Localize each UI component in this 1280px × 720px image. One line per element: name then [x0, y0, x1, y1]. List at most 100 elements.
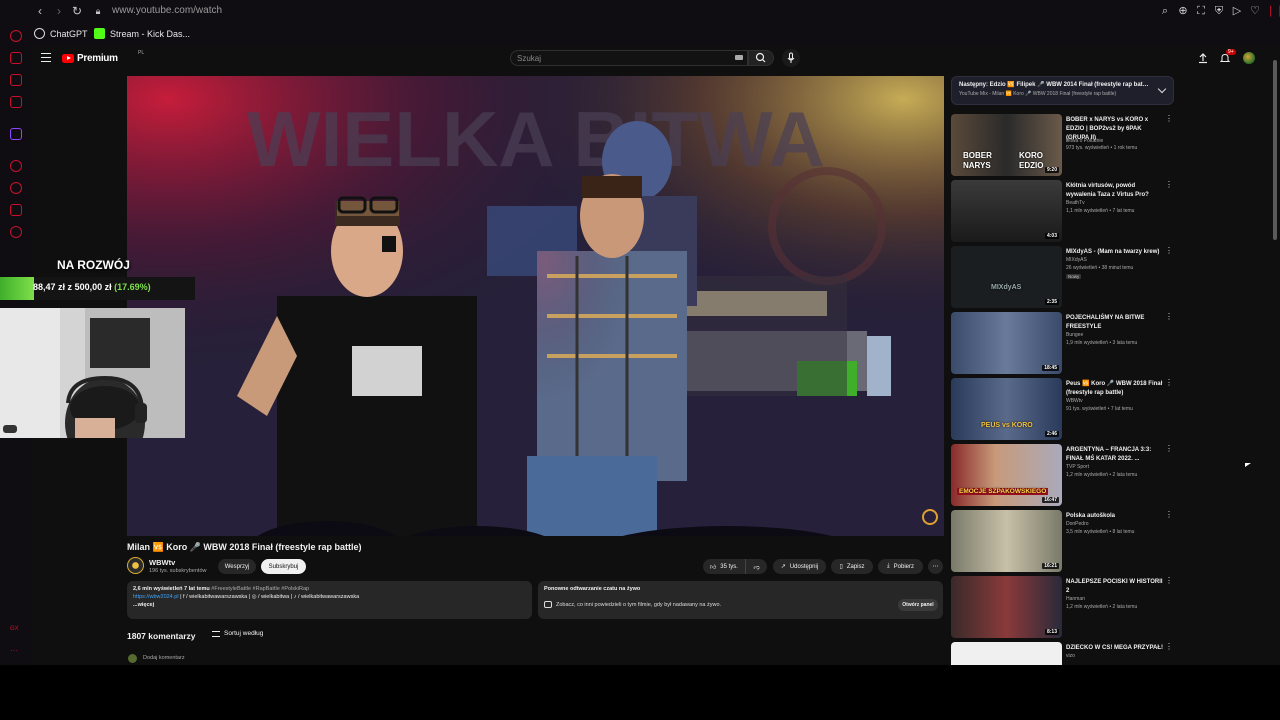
list-item[interactable]: 4:03 Kłótnia virtusów, powód wywalenia T… [951, 180, 1176, 244]
description-box[interactable]: 2,6 mln wyświetleń 7 lat temu #Freestyle… [127, 581, 532, 619]
list-item[interactable]: DZIECKO W CS! MEGA PRZYPAŁ! vizo ⋮ [951, 642, 1176, 665]
duration: 16:47 [1042, 497, 1059, 503]
back-icon[interactable]: ‹ [33, 4, 47, 18]
list-item[interactable]: EMOCJE SZPAKOWSKIEGO 16:47 ARGENTYNA – F… [951, 444, 1176, 508]
voice-search-button[interactable] [782, 49, 800, 67]
pin-icon[interactable]: ⊕ [1176, 4, 1190, 18]
mail-icon[interactable] [10, 96, 22, 108]
avatar[interactable] [1243, 52, 1255, 64]
bookmark-chatgpt[interactable]: ChatGPT [34, 28, 88, 39]
more-vert-icon[interactable]: ⋮ [1165, 643, 1173, 654]
hamburger-icon[interactable] [41, 53, 51, 62]
gx-icon[interactable]: GX [10, 626, 22, 638]
more-actions-button[interactable]: ⋯ [928, 559, 943, 574]
forward-icon[interactable]: › [52, 4, 66, 18]
chat-icon[interactable] [10, 74, 22, 86]
video-thumbnail[interactable]: EMOCJE SZPAKOWSKIEGO 16:47 [951, 444, 1062, 506]
search-button[interactable] [748, 50, 774, 66]
video-thumbnail[interactable]: PEUS vs KORO 2:46 [951, 378, 1062, 440]
rec-views: 1,9 mln wyświetleń • 3 lata temu [1066, 340, 1138, 346]
player-icon[interactable] [10, 160, 22, 172]
add-comment-input[interactable]: Dodaj komentarz [143, 655, 185, 661]
save-button[interactable]: ▯ Zapisz [831, 559, 873, 574]
more-vert-icon[interactable]: ⋮ [1165, 247, 1173, 258]
more-vert-icon[interactable]: ⋮ [1165, 181, 1173, 192]
keyboard-icon[interactable] [735, 55, 743, 60]
hashtags[interactable]: #FreestyleBattle #RapBattle #PolskiRap [211, 586, 309, 592]
shield-icon[interactable]: ⛨ [1212, 4, 1226, 18]
video-thumbnail[interactable]: 18:45 [951, 312, 1062, 374]
extensions-icon[interactable] [10, 204, 22, 216]
play-icon[interactable]: ▷ [1230, 4, 1244, 18]
list-item[interactable]: 8:13 NAJLEPSZE POCISKI W HISTORII 2 Hanm… [951, 576, 1176, 640]
twitch-icon[interactable] [10, 128, 22, 140]
bookmark-kick[interactable]: Stream - Kick Das... [94, 28, 190, 39]
scrollbar[interactable] [1272, 50, 1278, 662]
snapshot-icon[interactable]: ⛶ [1194, 4, 1208, 18]
search-box [510, 50, 748, 66]
thumb-caption: PEUS vs KORO [981, 422, 1033, 429]
video-frame: WIELKA BITWA [127, 76, 944, 536]
duration: 2:35 [1044, 299, 1059, 305]
search-input[interactable] [511, 51, 726, 65]
list-item[interactable]: BOBER NARYS KORO EDZIO 9:20 BOBER x NARY… [951, 114, 1176, 178]
more-vert-icon[interactable]: ⋮ [1165, 445, 1173, 456]
channel-avatar[interactable] [127, 557, 144, 574]
video-thumbnail[interactable]: 8:13 [951, 576, 1062, 638]
list-item[interactable]: 18:45 POJECHALIŚMY NA BITWE FREESTYLE Bu… [951, 312, 1176, 376]
chatgpt-icon [34, 28, 45, 39]
rec-views: 3,5 mln wyświetleń • 8 lat temu [1066, 529, 1135, 535]
youtube-page: Premium PL 9+ WIELKA BITWA [32, 46, 1280, 665]
opera-menu-icon[interactable]: ❘❘ [1266, 4, 1280, 18]
more-vert-icon[interactable]: ⋮ [1165, 577, 1173, 588]
rec-views: 1,2 mln wyświetleń • 2 lata temu [1066, 472, 1138, 478]
thumb-caption: MIXdyAS [991, 284, 1022, 291]
list-item[interactable]: PEUS vs KORO 2:46 Peus 🆚 Koro 🎤 WBW 2018… [951, 378, 1176, 442]
channel-name[interactable]: WBWtv [149, 558, 175, 567]
up-next-panel[interactable]: Następny: Edzio 🆚 Filipek 🎤 WBW 2014 Fin… [951, 76, 1174, 105]
download-button[interactable]: ⤓ Pobierz [878, 559, 923, 574]
list-item[interactable]: 16:21 Polska autoškola DonPedro 3,5 mln … [951, 510, 1176, 574]
more-vert-icon[interactable]: ⋮ [1165, 379, 1173, 390]
show-more[interactable]: ...więcej [133, 602, 526, 608]
more-vert-icon[interactable]: ⋮ [1165, 511, 1173, 522]
donation-percent: (17.69%) [114, 282, 151, 292]
share-button[interactable]: ↗ Udostępnij [773, 559, 826, 574]
reload-icon[interactable]: ↻ [70, 4, 84, 18]
history-icon[interactable] [10, 182, 22, 194]
video-thumbnail[interactable]: BOBER NARYS KORO EDZIO 9:20 [951, 114, 1062, 176]
heart-icon[interactable]: ♡ [1248, 4, 1262, 18]
rec-title: Kłótnia virtusów, powód wywalenia Taza z… [1066, 183, 1149, 198]
opera-logo-icon[interactable] [10, 30, 22, 42]
thumb-caption: BOBER NARYS [963, 151, 992, 170]
more-icon[interactable]: ··· [10, 646, 22, 658]
description-meta: 2,6 mln wyświetleń 7 lat temu #Freestyle… [133, 586, 526, 592]
zoom-icon[interactable]: ⌕ [1158, 4, 1172, 18]
lock-icon[interactable]: 🔒︎ [91, 4, 105, 18]
video-player[interactable]: WIELKA BITWA [127, 76, 944, 536]
more-vert-icon[interactable]: ⋮ [1165, 313, 1173, 324]
subscribe-button[interactable]: Subskrybuj [261, 559, 306, 574]
video-thumbnail[interactable]: MIXdyAS 2:35 [951, 246, 1062, 308]
sort-button[interactable]: Sortuj według [212, 630, 263, 637]
video-thumbnail[interactable]: 16:21 [951, 510, 1062, 572]
join-button[interactable]: Wesprzyj [218, 559, 256, 574]
dislike-button[interactable]: 👎︎ [745, 559, 767, 574]
messenger-icon[interactable] [10, 52, 22, 64]
more-vert-icon[interactable]: ⋮ [1165, 115, 1173, 126]
video-thumbnail[interactable]: 4:03 [951, 180, 1062, 242]
sort-icon [212, 630, 220, 637]
like-button[interactable]: 👍︎ 35 tys. [703, 559, 745, 574]
list-item[interactable]: MIXdyAS 2:35 MIXdyAS - (Mam na twarzy kr… [951, 246, 1176, 310]
website-link[interactable]: https://wbw2024.pl [133, 594, 179, 600]
kick-icon [94, 28, 105, 39]
scroll-thumb[interactable] [1273, 60, 1277, 240]
social-links[interactable]: | f / wielkabitwawarszawska | ◎ / wielka… [180, 594, 359, 600]
rec-title: ARGENTYNA – FRANCJA 3:3: FINAŁ MŚ KATAR … [1066, 447, 1152, 462]
address-bar[interactable]: www.youtube.com/watch [112, 5, 222, 16]
upload-icon[interactable] [1197, 52, 1209, 64]
video-thumbnail[interactable] [951, 642, 1062, 665]
open-chat-button[interactable]: Otwórz panel [898, 599, 938, 611]
youtube-logo[interactable]: Premium PL [62, 50, 144, 64]
settings-icon[interactable] [10, 226, 22, 238]
